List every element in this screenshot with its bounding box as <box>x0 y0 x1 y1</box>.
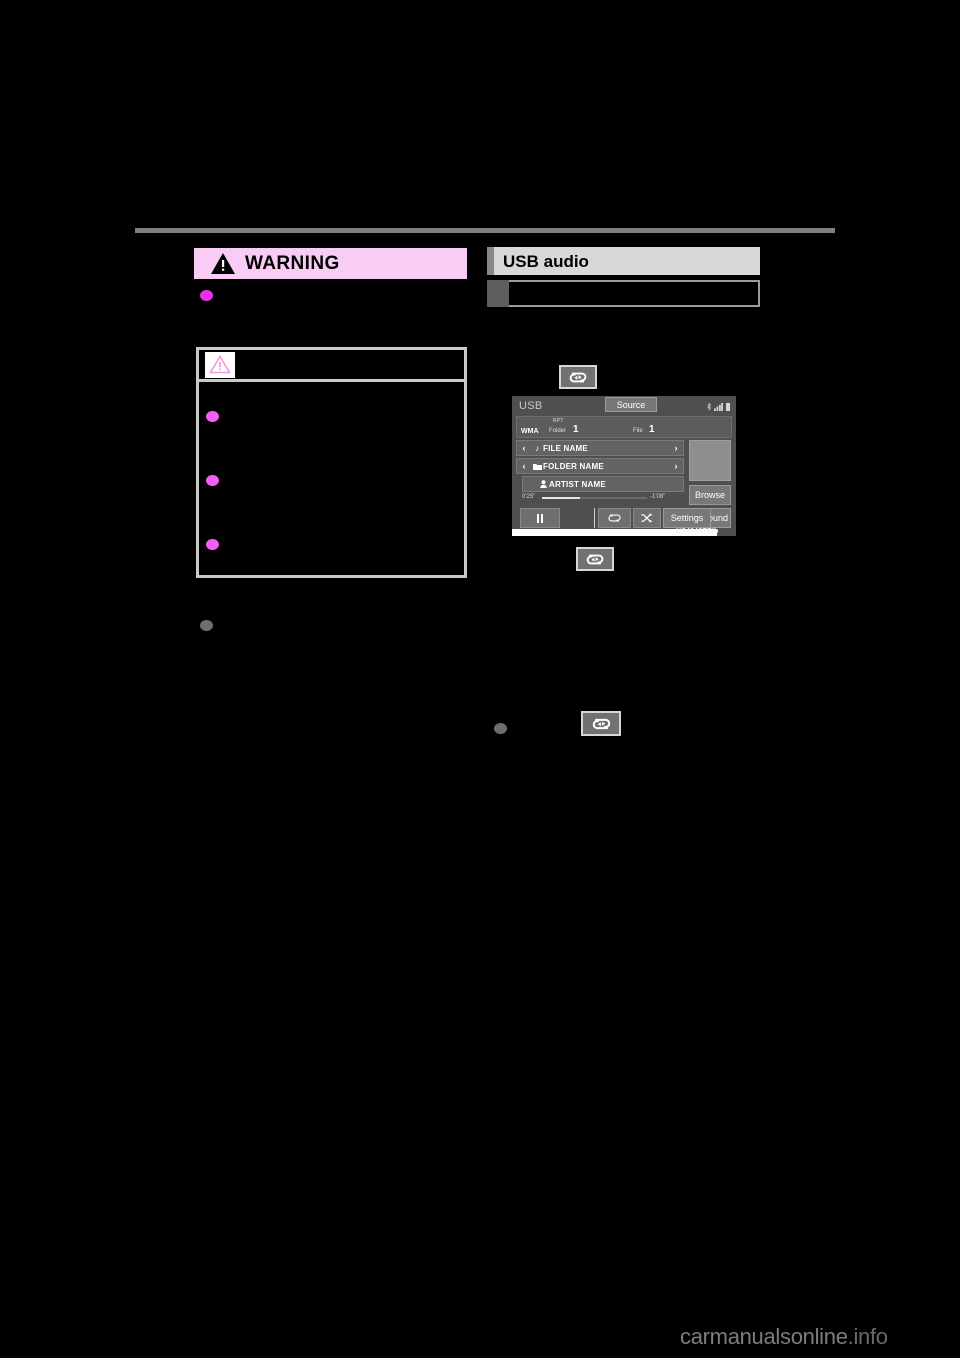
elapsed-time: 0'25" <box>522 494 536 500</box>
file-number: 1 <box>649 424 655 435</box>
pause-button[interactable] <box>520 508 560 528</box>
subsection-title-bar <box>509 280 760 307</box>
folder-name-text: FOLDER NAME <box>543 461 604 471</box>
list-bullet-gray-2 <box>494 723 507 734</box>
audio-info-bar: WMA RPT Folder 1 File 1 <box>516 416 732 438</box>
section-header-tab <box>487 247 494 275</box>
folder-number: 1 <box>573 424 579 435</box>
artist-row-spacer <box>523 477 537 491</box>
folder-label: Folder <box>549 428 567 434</box>
file-next-arrow-icon[interactable]: › <box>669 441 683 455</box>
pause-icon <box>537 513 543 523</box>
notice-box <box>196 347 467 578</box>
progress-bar-fill <box>542 497 580 499</box>
repeat-key-top[interactable] <box>559 365 597 389</box>
file-name-text: FILE NAME <box>543 443 588 453</box>
signal-icon <box>714 403 723 411</box>
audio-source-label: USB <box>519 400 543 412</box>
audio-format-label: WMA <box>521 428 539 435</box>
remaining-time: -1'08" <box>650 494 666 500</box>
notice-bullet-3 <box>206 539 219 550</box>
file-label: File <box>633 428 643 434</box>
repeat-icon <box>586 554 604 564</box>
notice-bullet-2 <box>206 475 219 486</box>
notice-box-header <box>199 350 464 382</box>
browse-button[interactable]: Browse <box>689 485 731 505</box>
warning-bullet-1 <box>200 290 213 301</box>
repeat-status-label: RPT <box>553 418 564 424</box>
shuffle-button[interactable] <box>633 508 661 528</box>
repeat-key-middle[interactable] <box>576 547 614 571</box>
warning-triangle-icon <box>210 252 236 275</box>
folder-name-row[interactable]: ‹ FOLDER NAME › <box>516 458 684 474</box>
repeat-icon <box>569 372 587 382</box>
notice-bullet-1 <box>206 411 219 422</box>
repeat-key-bottom[interactable] <box>581 711 621 736</box>
artist-name-row: ARTIST NAME <box>522 476 684 492</box>
site-watermark: carmanualsonline.info <box>680 1324 888 1350</box>
source-button[interactable]: Source <box>605 397 657 412</box>
repeat-icon <box>592 718 610 729</box>
watermark-name: carmanualsonline <box>680 1324 848 1349</box>
shuffle-icon <box>641 513 653 523</box>
audio-screen-topbar: USB Source <box>512 396 736 415</box>
file-name-row[interactable]: ‹ ♪ FILE NAME › <box>516 440 684 456</box>
repeat-icon <box>608 514 621 522</box>
warning-label: WARNING <box>245 253 340 274</box>
repeat-button[interactable] <box>598 508 631 528</box>
settings-button[interactable]: Settings <box>663 508 711 528</box>
subsection-marker <box>487 280 509 307</box>
section-header-usb-audio: USB audio <box>487 247 760 275</box>
bluetooth-icon <box>707 402 711 411</box>
control-divider <box>594 508 595 528</box>
folder-prev-arrow-icon[interactable]: ‹ <box>517 459 531 473</box>
notice-triangle-icon <box>205 351 235 378</box>
list-bullet-gray <box>200 620 213 631</box>
artist-icon <box>537 480 549 489</box>
folder-icon <box>531 462 543 471</box>
watermark-tld: .info <box>847 1324 888 1349</box>
warning-banner: WARNING <box>194 248 467 279</box>
page-top-rule <box>135 228 835 233</box>
subsection-header <box>487 280 760 307</box>
artist-name-text: ARTIST NAME <box>549 479 606 489</box>
battery-icon <box>726 403 730 411</box>
section-title: USB audio <box>503 251 589 271</box>
progress-bar[interactable] <box>542 497 647 499</box>
audio-screen: USB Source WMA RPT Folder 1 File 1 ‹ ♪ F… <box>512 396 736 536</box>
file-prev-arrow-icon[interactable]: ‹ <box>517 441 531 455</box>
music-note-icon: ♪ <box>535 443 539 453</box>
folder-next-arrow-icon[interactable]: › <box>669 459 683 473</box>
status-icons <box>707 401 730 411</box>
figure-caption: US4040TEIb <box>676 528 719 535</box>
manual-page: WARNING USB audio USB Source WMA RPT Fol… <box>0 0 960 1358</box>
album-art <box>689 440 731 481</box>
